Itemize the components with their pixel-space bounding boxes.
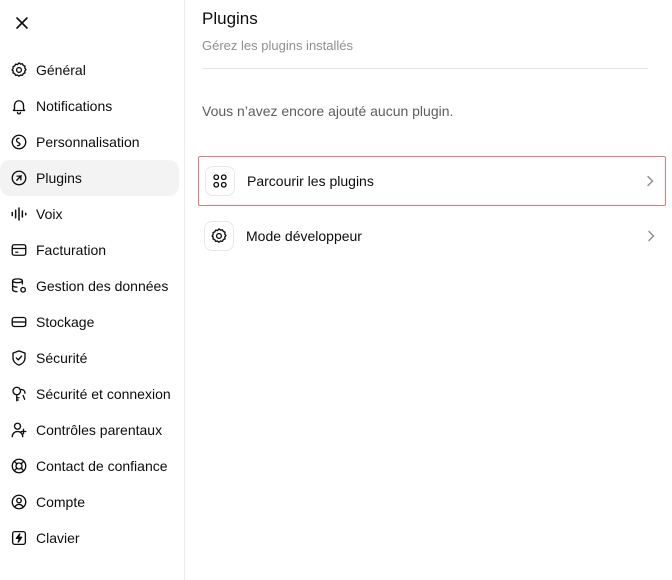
- sidebar-item-label: Sécurité: [36, 350, 88, 366]
- sidebar-item-label: Facturation: [36, 242, 107, 258]
- user-circle-icon: [10, 493, 28, 511]
- key-icon: [10, 385, 28, 403]
- plugin-icon: [10, 169, 28, 187]
- row-label: Parcourir les plugins: [247, 173, 374, 189]
- sidebar-item-label: Clavier: [36, 530, 80, 546]
- sidebar-item-label: Stockage: [36, 314, 95, 330]
- close-icon: [16, 17, 28, 29]
- main-panel: Plugins Gérez les plugins installés Vous…: [186, 0, 672, 580]
- developer-mode-row[interactable]: Mode développeur: [198, 212, 666, 262]
- sidebar-item-security-login[interactable]: Sécurité et connexion: [0, 376, 179, 412]
- parent-user-icon: [10, 421, 28, 439]
- sidebar-item-keyboard[interactable]: Clavier: [0, 520, 179, 556]
- sidebar-item-billing[interactable]: Facturation: [0, 232, 179, 268]
- browse-plugins-row[interactable]: Parcourir les plugins: [198, 156, 666, 206]
- sidebar-item-label: Général: [36, 62, 86, 78]
- grid-icon: [205, 166, 235, 196]
- lifebuoy-icon: [10, 457, 28, 475]
- sidebar-item-trusted-contact[interactable]: Contact de confiance: [0, 448, 179, 484]
- voice-wave-icon: [10, 205, 28, 223]
- sidebar-item-voice[interactable]: Voix: [0, 196, 179, 232]
- sidebar-item-label: Gestion des données: [36, 278, 169, 294]
- shield-icon: [10, 349, 28, 367]
- card-icon: [10, 241, 28, 259]
- personalize-icon: [10, 133, 28, 151]
- sidebar-item-label: Personnalisation: [36, 134, 140, 150]
- settings-window: Général Notifications Personnalisation P…: [0, 0, 672, 580]
- sidebar-nav: Général Notifications Personnalisation P…: [0, 52, 185, 556]
- page-subtitle: Gérez les plugins installés: [202, 38, 354, 53]
- storage-icon: [10, 313, 28, 331]
- chevron-right-icon: [648, 230, 655, 242]
- sidebar-item-label: Plugins: [36, 170, 82, 186]
- sidebar-item-notifications[interactable]: Notifications: [0, 88, 179, 124]
- chevron-right-icon: [647, 175, 654, 187]
- sidebar-item-plugins[interactable]: Plugins: [0, 160, 179, 196]
- close-button[interactable]: [10, 11, 34, 35]
- sidebar-item-security[interactable]: Sécurité: [0, 340, 179, 376]
- sidebar: Général Notifications Personnalisation P…: [0, 0, 185, 580]
- sidebar-item-account[interactable]: Compte: [0, 484, 179, 520]
- gear-icon: [10, 61, 28, 79]
- sidebar-item-personalization[interactable]: Personnalisation: [0, 124, 179, 160]
- sidebar-item-label: Compte: [36, 494, 86, 510]
- database-gear-icon: [10, 277, 28, 295]
- sidebar-item-label: Sécurité et connexion: [36, 386, 171, 402]
- keyboard-bolt-icon: [10, 529, 28, 547]
- sidebar-item-general[interactable]: Général: [0, 52, 179, 88]
- gear-icon: [204, 221, 234, 251]
- row-label: Mode développeur: [246, 228, 362, 244]
- sidebar-item-storage[interactable]: Stockage: [0, 304, 179, 340]
- page-title: Plugins: [202, 9, 258, 28]
- divider: [202, 68, 648, 69]
- sidebar-item-parental-controls[interactable]: Contrôles parentaux: [0, 412, 179, 448]
- empty-state-text: Vous n’avez encore ajouté aucun plugin.: [202, 103, 454, 119]
- sidebar-item-label: Contact de confiance: [36, 458, 168, 474]
- sidebar-item-label: Voix: [36, 206, 63, 222]
- sidebar-item-data-controls[interactable]: Gestion des données: [0, 268, 179, 304]
- sidebar-item-label: Contrôles parentaux: [36, 422, 163, 438]
- bell-icon: [10, 97, 28, 115]
- sidebar-item-label: Notifications: [36, 98, 113, 114]
